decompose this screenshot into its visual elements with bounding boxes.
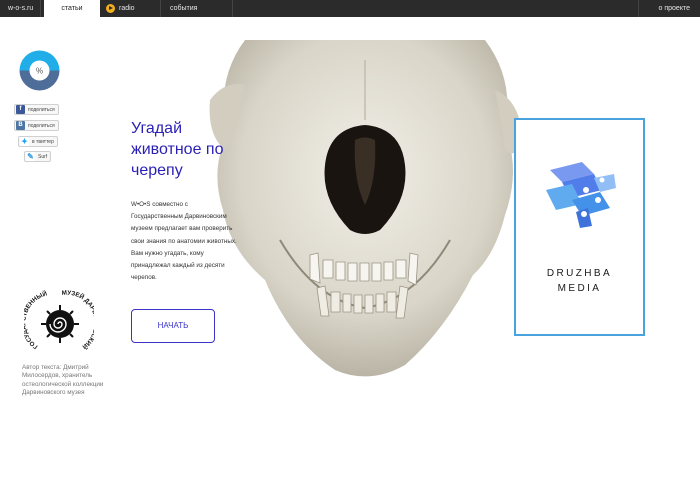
share-facebook-label: поделиться bbox=[28, 106, 55, 113]
tab-radio[interactable]: radio bbox=[106, 0, 135, 17]
desc-line: Вам нужно угадать, кому bbox=[131, 249, 204, 257]
desc-line: принадлежал каждый из десяти bbox=[131, 262, 225, 270]
start-button[interactable]: НАЧАТЬ bbox=[131, 309, 215, 343]
surf-icon: ✎ bbox=[26, 152, 35, 161]
author-line: Милосердов, хранитель bbox=[22, 372, 93, 380]
gauge-label: % bbox=[36, 67, 43, 76]
author-line: остеологической коллекции bbox=[22, 380, 104, 388]
tab-articles[interactable]: статьи bbox=[44, 0, 100, 17]
nav-divider bbox=[40, 0, 41, 17]
vk-icon: В bbox=[16, 121, 25, 130]
tab-radio-label: radio bbox=[119, 5, 135, 12]
museum-logo-text-left: ГОСУДАРСТВЕННЫЙ bbox=[24, 289, 48, 350]
share-surf-button[interactable]: ✎ Surf bbox=[24, 151, 52, 162]
sponsor-banner[interactable]: DRUZHBA MEDIA bbox=[514, 118, 645, 336]
progress-gauge: % bbox=[19, 50, 60, 91]
svg-text:ГОСУДАРСТВЕННЫЙ: ГОСУДАРСТВЕННЫЙ bbox=[24, 289, 48, 350]
share-facebook-button[interactable]: f поделиться bbox=[14, 104, 59, 115]
title-line: черепу bbox=[131, 162, 183, 179]
spiral-shell-icon bbox=[41, 305, 79, 343]
desc-line: W•O•S совместно с bbox=[131, 201, 188, 208]
author-line: Дарвиновского музея bbox=[22, 389, 85, 397]
page-title: Угадай животное по черепу bbox=[131, 118, 261, 181]
sponsor-name-line: MEDIA bbox=[557, 283, 602, 294]
share-vk-button[interactable]: В поделиться bbox=[14, 120, 59, 131]
top-nav: w-o-s.ru статьи radio события о проекте bbox=[0, 0, 700, 17]
author-line: Автор текста: Дмитрий bbox=[22, 364, 89, 371]
desc-line: черепов. bbox=[131, 274, 157, 282]
sponsor-name-line: DRUZHBA bbox=[546, 268, 613, 279]
share-twitter-button[interactable]: ✦ в твиттер bbox=[18, 136, 58, 147]
radio-play-icon bbox=[106, 4, 115, 13]
share-vk-label: поделиться bbox=[28, 122, 55, 129]
nav-divider bbox=[638, 0, 639, 17]
desc-line: Государственным Дарвиновским bbox=[131, 213, 227, 221]
druzhba-media-logo bbox=[546, 162, 616, 228]
nav-divider bbox=[232, 0, 233, 17]
nav-divider bbox=[160, 0, 161, 17]
author-credit: Автор текста: Дмитрий Милосердов, хранит… bbox=[22, 364, 132, 398]
darwin-museum-logo: ГОСУДАРСТВЕННЫЙ МУЗЕЙ ДАРВИНОВСКИЙ bbox=[24, 289, 94, 351]
facebook-icon: f bbox=[16, 105, 25, 114]
title-line: Угадай bbox=[131, 120, 182, 137]
share-surf-label: Surf bbox=[38, 153, 48, 160]
desc-line: музеем предлагает вам проверить bbox=[131, 225, 233, 233]
about-link[interactable]: о проекте bbox=[659, 0, 690, 17]
desc-line: свои знания по анатомии животных. bbox=[131, 237, 237, 245]
title-line: животное по bbox=[131, 141, 224, 158]
share-twitter-label: в твиттер bbox=[32, 138, 54, 145]
tab-events[interactable]: события bbox=[170, 0, 197, 17]
twitter-icon: ✦ bbox=[20, 137, 29, 146]
site-link[interactable]: w-o-s.ru bbox=[8, 0, 33, 17]
article-description: W•O•S совместно с Государственным Дарвин… bbox=[131, 199, 271, 284]
